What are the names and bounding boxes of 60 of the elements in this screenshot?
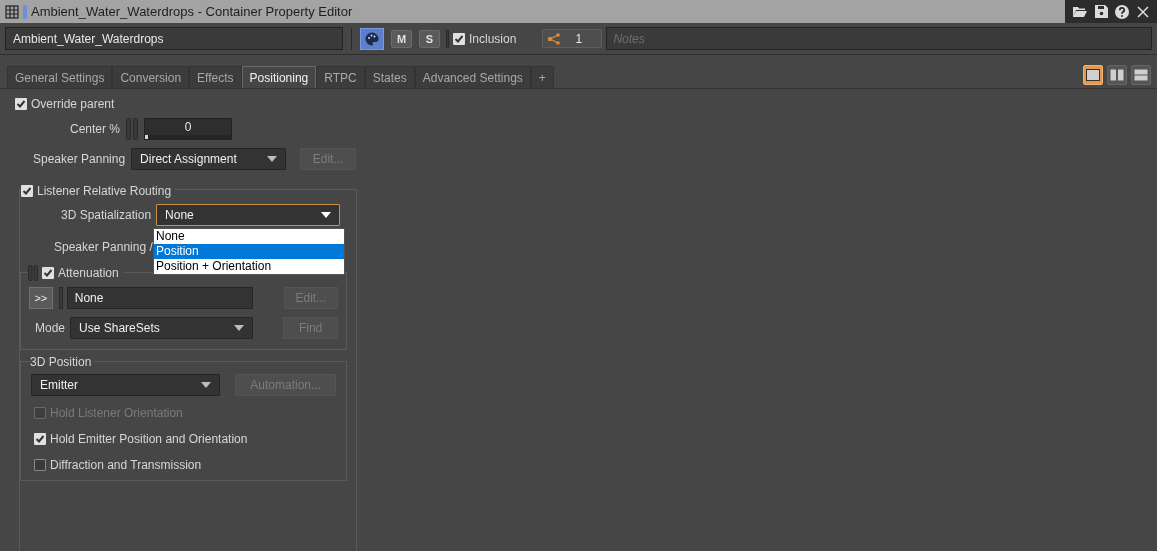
tab[interactable]: + [530, 66, 554, 88]
solo-button[interactable]: S [419, 29, 440, 48]
override-parent-label: Override parent [31, 96, 115, 113]
speaker-panning-label: Speaker Panning / [54, 240, 153, 254]
speaker-panning-label: Speaker Panning [33, 151, 126, 168]
layout-button[interactable] [1083, 65, 1103, 85]
tab[interactable]: States [364, 66, 415, 88]
center-label: Center % [70, 121, 121, 138]
checkbox[interactable] [42, 267, 54, 279]
tab[interactable]: General Settings [7, 66, 113, 88]
object-name-field[interactable]: Ambient_Water_Waterdrops [5, 27, 343, 50]
tab[interactable]: RTPC [316, 66, 365, 88]
caret-icon [321, 212, 332, 218]
share-icon [547, 32, 562, 45]
grid-icon [5, 4, 19, 19]
grip-icon [126, 118, 139, 140]
checkbox[interactable] [34, 459, 46, 471]
caret-icon [234, 325, 245, 331]
window-title: Ambient_Water_Waterdrops - Container Property Editor [31, 2, 353, 21]
attenuation-field[interactable]: None [66, 287, 253, 309]
mute-button[interactable]: M [391, 29, 412, 48]
checkbox[interactable] [34, 433, 46, 445]
position-select[interactable]: Emitter [31, 374, 221, 396]
tab[interactable]: Effects [189, 66, 242, 88]
palette-icon [365, 31, 379, 46]
caret-icon [267, 156, 278, 162]
color-tag-icon [23, 4, 27, 19]
save-icon[interactable] [1094, 5, 1108, 18]
mode-select[interactable]: Use ShareSets [70, 317, 254, 339]
mode-label: Mode [35, 320, 66, 337]
dropdown-option[interactable]: Position [154, 244, 344, 259]
listener-routing-label: Listener Relative Routing [37, 183, 172, 200]
spatialization-label: 3D Spatialization [61, 207, 152, 224]
layout-button[interactable] [1107, 65, 1127, 85]
two-columns-icon [1110, 69, 1124, 81]
checkbox[interactable] [15, 98, 27, 110]
checkbox[interactable] [453, 32, 465, 45]
single-pane-icon [1086, 69, 1100, 81]
dropdown-option[interactable]: Position + Orientation [154, 259, 344, 274]
references-button[interactable]: 1 [542, 29, 603, 48]
center-slider[interactable]: 0 [144, 118, 233, 140]
folder-icon[interactable] [1072, 5, 1087, 18]
tab[interactable]: Positioning [241, 66, 317, 88]
speaker-panning-select[interactable]: Direct Assignment [131, 148, 287, 170]
inclusion-label: Inclusion [469, 30, 517, 48]
layout-button[interactable] [1131, 65, 1151, 85]
tab[interactable]: Conversion [112, 66, 190, 88]
dropdown-option[interactable]: None [154, 229, 344, 244]
option-label: Hold Emitter Position and Orientation [50, 431, 248, 448]
option-label: Diffraction and Transmission [50, 457, 202, 474]
checkbox[interactable] [21, 185, 33, 197]
close-icon[interactable] [1137, 5, 1150, 18]
attenuation-label: Attenuation [58, 265, 119, 282]
two-rows-icon [1134, 69, 1148, 81]
help-icon[interactable] [1115, 4, 1130, 19]
expand-button[interactable]: >> [29, 287, 53, 309]
caret-icon [201, 382, 212, 388]
spatialization-select[interactable]: None [156, 204, 341, 226]
color-button[interactable] [360, 27, 384, 50]
tab[interactable]: Advanced Settings [414, 66, 531, 88]
